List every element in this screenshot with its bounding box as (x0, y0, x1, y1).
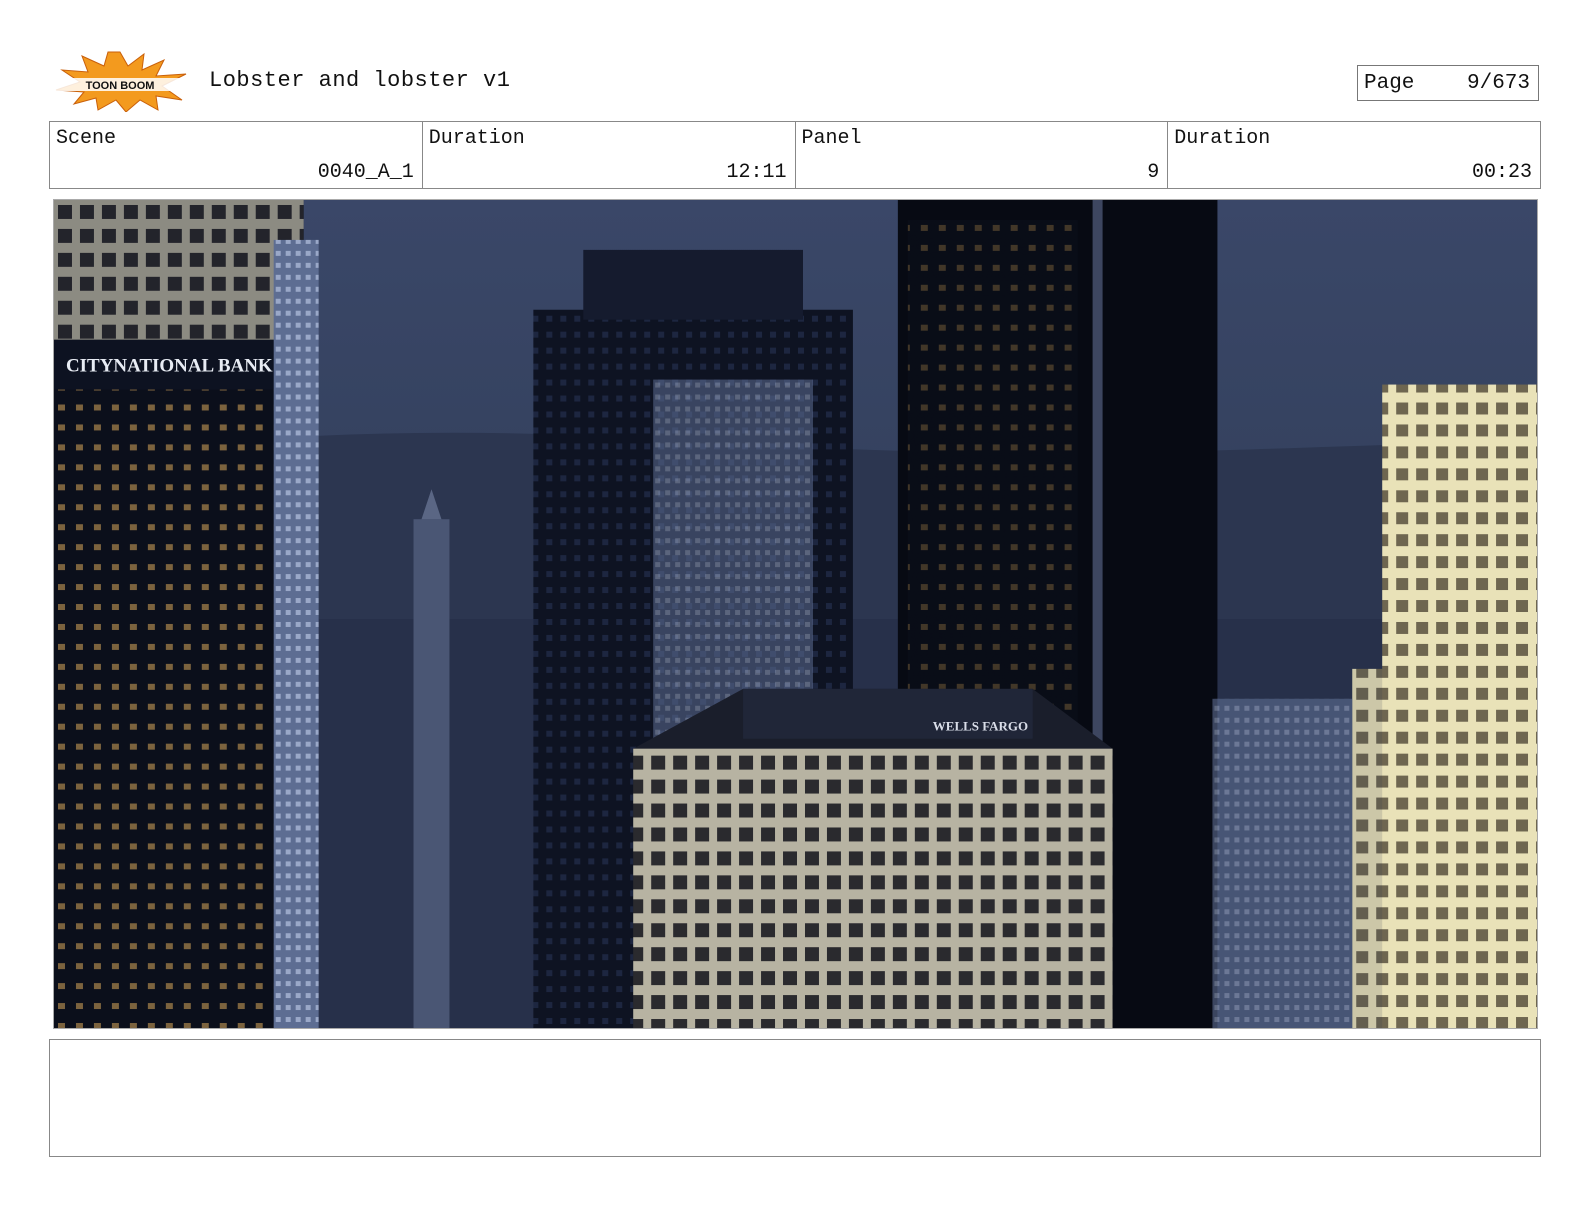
panel-label: Panel (801, 127, 862, 150)
project-title: Lobster and lobster v1 (209, 68, 511, 93)
svg-text:CITYNATIONAL BANK: CITYNATIONAL BANK (66, 356, 273, 377)
scene-info-table: Scene 0040_A_1 Duration 12:11 Panel 9 Du… (49, 121, 1541, 189)
svg-text:TOON BOOM: TOON BOOM (86, 80, 155, 92)
scene-duration-cell: Duration 12:11 (423, 122, 796, 188)
panel-duration-cell: Duration 00:23 (1168, 122, 1540, 188)
scene-label: Scene (56, 127, 117, 150)
page-label: Page (1364, 71, 1415, 95)
panel-notes-box (49, 1039, 1541, 1157)
page-indicator: Page 9/673 (1357, 65, 1539, 101)
toon-boom-logo: TOON BOOM (52, 50, 188, 113)
svg-text:WELLS FARGO: WELLS FARGO (933, 719, 1028, 734)
panel-duration-value: 00:23 (1471, 161, 1532, 184)
scene-value: 0040_A_1 (317, 161, 414, 184)
panel-value: 9 (1147, 161, 1160, 184)
storyboard-panel-image: CITYNATIONAL BANK WELLS FARGO (53, 199, 1538, 1029)
scene-duration-label: Duration (428, 127, 525, 150)
panel-duration-label: Duration (1174, 127, 1271, 150)
panel-cell: Panel 9 (796, 122, 1169, 188)
page-value: 9/673 (1466, 71, 1530, 95)
scene-duration-value: 12:11 (726, 161, 787, 184)
scene-cell: Scene 0040_A_1 (50, 122, 423, 188)
